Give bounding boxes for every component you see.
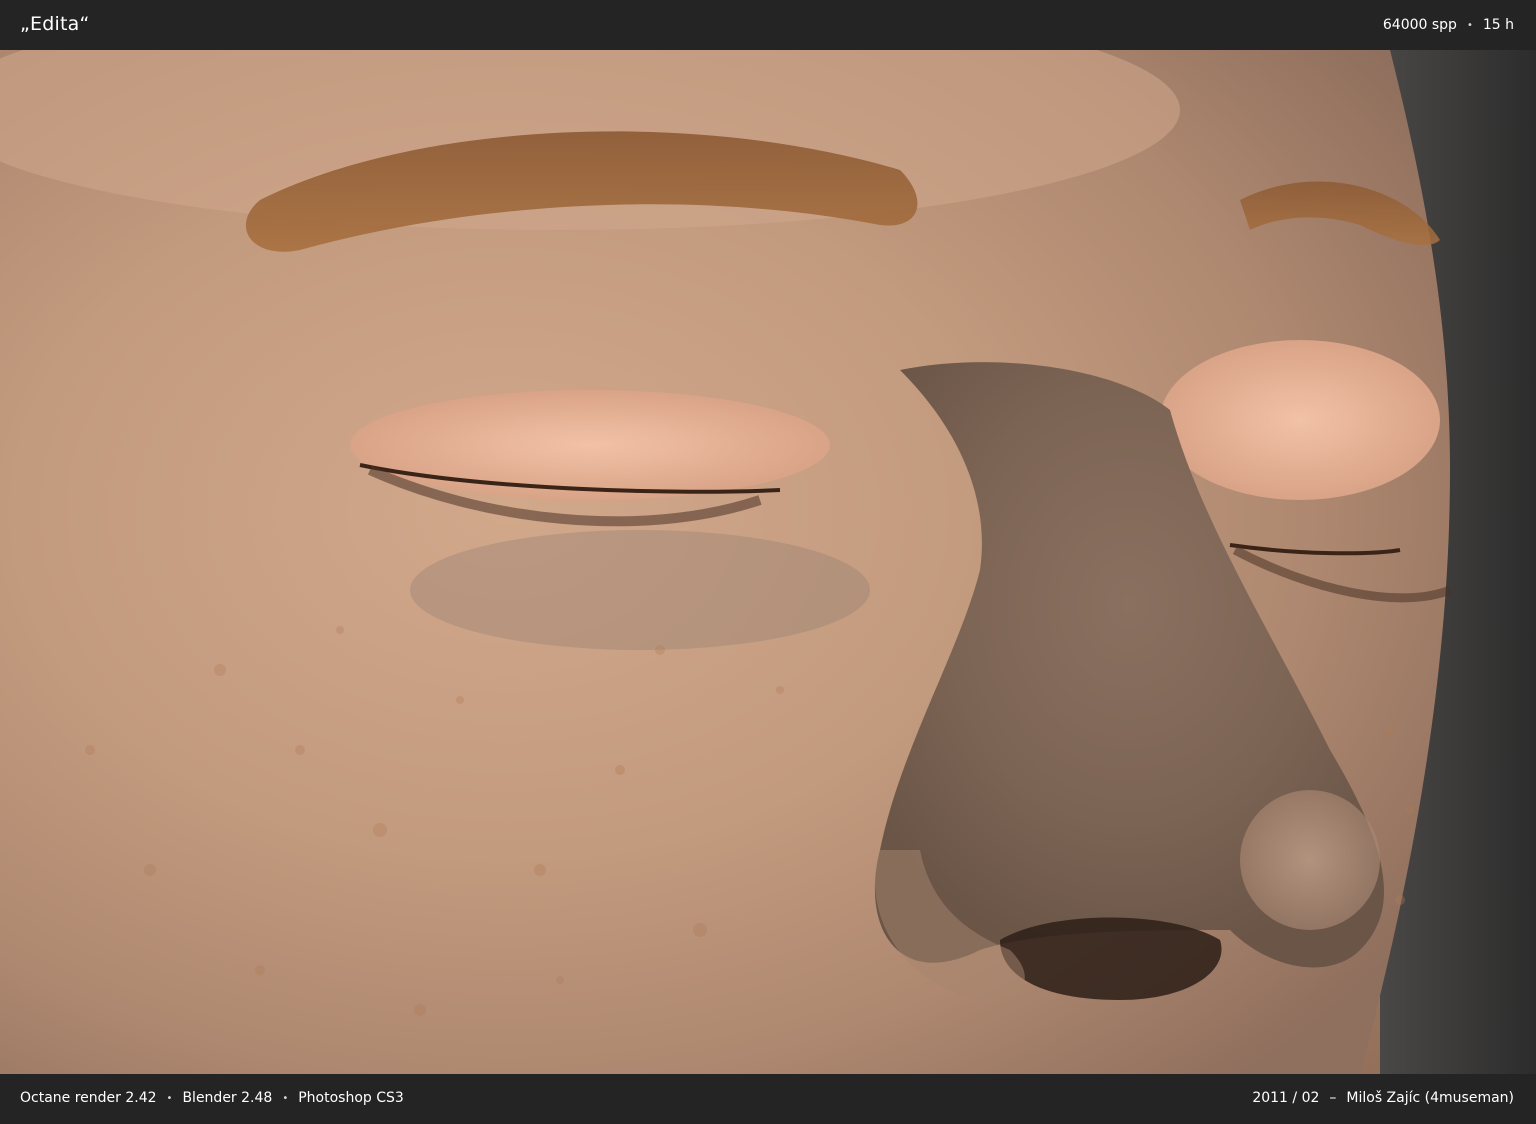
samples-count: 64000 spp <box>1382 17 1457 33</box>
dash-separator: – <box>1329 1090 1337 1106</box>
author-label: Miloš Zajíc (4museman) <box>1346 1090 1514 1106</box>
separator-dot: • <box>282 1092 289 1104</box>
renderer-label: Octane render 2.42 <box>20 1090 157 1106</box>
face-render-image <box>0 50 1536 1074</box>
face-illustration <box>0 50 1536 1074</box>
software-credits: Octane render 2.42 • Blender 2.48 • Phot… <box>20 1090 404 1106</box>
header-bar: „Edita“ 64000 spp • 15 h <box>0 0 1536 50</box>
footer-bar: Octane render 2.42 • Blender 2.48 • Phot… <box>0 1074 1536 1124</box>
render-stats: 64000 spp • 15 h <box>1383 17 1514 33</box>
page-title: „Edita“ <box>20 13 90 35</box>
right-eyelid <box>1160 340 1440 500</box>
editor-label: Photoshop CS3 <box>298 1090 404 1106</box>
left-under-eye-shadow <box>410 530 870 650</box>
author-credits: 2011 / 02 – Miloš Zajíc (4museman) <box>1252 1090 1514 1106</box>
render-frame: „Edita“ 64000 spp • 15 h Octane render 2… <box>0 0 1536 1124</box>
left-eyelid <box>350 390 830 500</box>
render-time: 15 h <box>1482 17 1514 33</box>
separator-dot: • <box>1466 19 1473 31</box>
modeler-label: Blender 2.48 <box>182 1090 273 1106</box>
separator-dot: • <box>166 1092 173 1104</box>
date-label: 2011 / 02 <box>1252 1090 1320 1106</box>
nose-tip <box>1240 790 1380 930</box>
